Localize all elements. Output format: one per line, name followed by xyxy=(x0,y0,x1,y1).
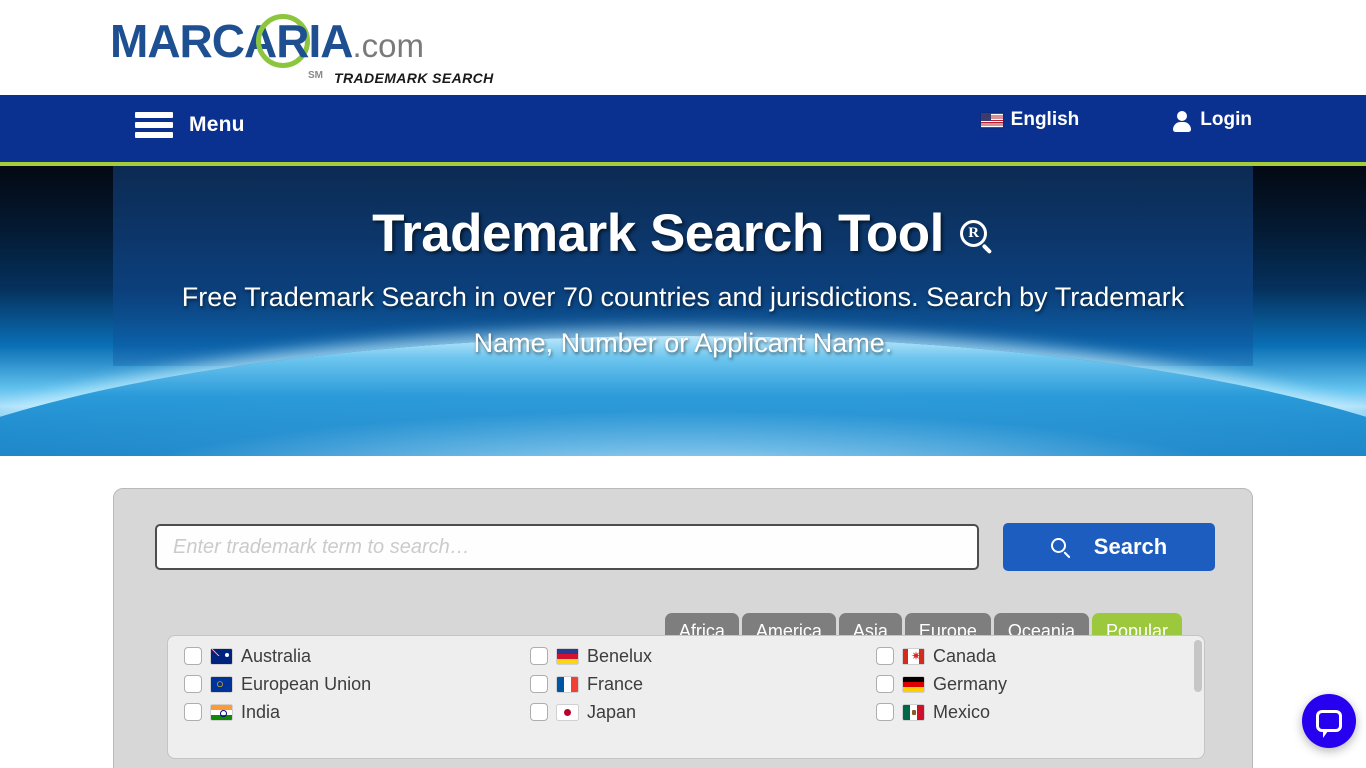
site-header: MARCARIA.com SM TRADEMARK SEARCH xyxy=(0,0,1366,95)
language-selector[interactable]: English xyxy=(980,109,1080,131)
country-checkbox[interactable] xyxy=(876,675,894,693)
country-item-canada[interactable]: Canada xyxy=(876,642,1194,670)
search-button[interactable]: Search xyxy=(1003,523,1215,571)
country-checkbox[interactable] xyxy=(184,675,202,693)
country-label: European Union xyxy=(241,674,372,694)
country-checkbox[interactable] xyxy=(530,647,548,665)
country-label: Benelux xyxy=(587,646,653,666)
country-item-european-union[interactable]: European Union xyxy=(184,670,530,698)
login-button[interactable]: Login xyxy=(1173,109,1252,132)
country-label: Australia xyxy=(241,646,312,666)
canada-flag-icon xyxy=(903,648,924,664)
european-union-flag-icon xyxy=(211,676,232,692)
germany-flag-icon xyxy=(903,676,924,692)
trademark-magnifier-icon: R xyxy=(959,220,994,255)
search-button-label: Search xyxy=(1093,534,1168,559)
country-label: Germany xyxy=(933,674,1008,694)
benelux-flag-icon xyxy=(557,648,578,664)
page-title: Trademark Search Tool R xyxy=(0,204,1366,264)
search-row: Search xyxy=(155,521,1215,573)
country-list-scrollbar[interactable] xyxy=(1194,640,1202,756)
logo-brand-part1: MARCA xyxy=(110,15,277,67)
search-section: Search Africa America Asia Europe Oceani… xyxy=(0,456,1366,768)
country-item-mexico[interactable]: Mexico xyxy=(876,698,1194,726)
menu-button[interactable]: Menu xyxy=(135,110,245,140)
magnifier-icon xyxy=(1050,537,1071,559)
menu-label: Menu xyxy=(189,113,245,136)
country-item-france[interactable]: France xyxy=(530,670,876,698)
country-label: Canada xyxy=(933,646,997,666)
search-panel: Search Africa America Asia Europe Oceani… xyxy=(113,488,1253,768)
country-item-australia[interactable]: Australia xyxy=(184,642,530,670)
hamburger-icon[interactable] xyxy=(135,110,173,140)
page-subtitle-line1: Free Trademark Search in over 70 countri… xyxy=(181,282,1048,312)
country-item-benelux[interactable]: Benelux xyxy=(530,642,876,670)
chat-bubble-icon xyxy=(1316,710,1342,738)
country-label: India xyxy=(241,702,281,722)
login-label: Login xyxy=(1200,109,1252,130)
logo-servicemark: SM xyxy=(308,70,323,81)
country-item-germany[interactable]: Germany xyxy=(876,670,1194,698)
us-flag-icon xyxy=(980,112,1003,128)
site-logo[interactable]: MARCARIA.com SM TRADEMARK SEARCH xyxy=(110,8,493,88)
country-checkbox[interactable] xyxy=(530,703,548,721)
country-list-scrollbar-thumb[interactable] xyxy=(1194,640,1202,692)
country-item-india[interactable]: India xyxy=(184,698,530,726)
country-list[interactable]: Australia Benelux Canada European Union xyxy=(167,635,1205,759)
search-input[interactable] xyxy=(155,524,979,570)
country-label: France xyxy=(587,674,644,694)
country-checkbox[interactable] xyxy=(184,703,202,721)
page-title-text: Trademark Search Tool xyxy=(372,204,944,263)
country-checkbox[interactable] xyxy=(876,703,894,721)
country-label: Japan xyxy=(587,702,637,722)
country-checkbox[interactable] xyxy=(876,647,894,665)
logo-tagline: TRADEMARK SEARCH xyxy=(334,70,494,86)
chat-widget-button[interactable] xyxy=(1302,694,1356,748)
india-flag-icon xyxy=(211,704,232,720)
mexico-flag-icon xyxy=(903,704,924,720)
logo-dotcom: .com xyxy=(352,27,424,64)
logo-brand-r: R xyxy=(276,15,309,67)
country-checkbox[interactable] xyxy=(184,647,202,665)
logo-brand-part2: IA xyxy=(308,15,353,67)
japan-flag-icon xyxy=(557,704,578,720)
language-label: English xyxy=(1010,109,1080,130)
australia-flag-icon xyxy=(211,648,232,664)
france-flag-icon xyxy=(557,676,578,692)
user-icon xyxy=(1173,110,1192,132)
country-checkbox[interactable] xyxy=(530,675,548,693)
hero-banner: Trademark Search Tool R Free Trademark S… xyxy=(0,166,1366,456)
country-label: Mexico xyxy=(933,702,991,722)
country-item-japan[interactable]: Japan xyxy=(530,698,876,726)
page-subtitle: Free Trademark Search in over 70 countri… xyxy=(153,274,1213,366)
main-navbar: Menu English Login xyxy=(0,95,1366,166)
